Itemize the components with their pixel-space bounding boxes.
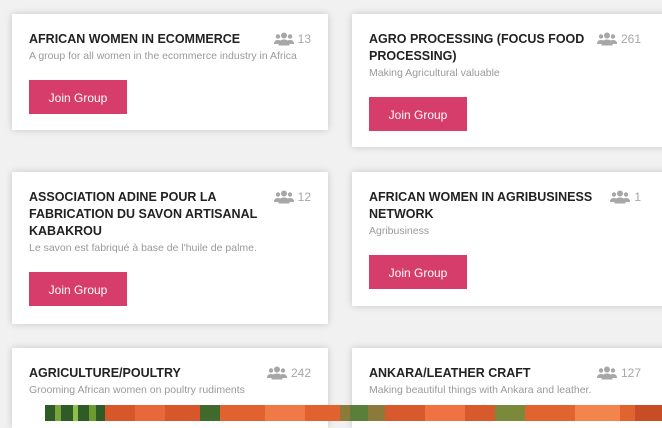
group-icon	[596, 366, 617, 380]
member-count: 13	[273, 31, 311, 46]
group-description: Making Agricultural valuable	[369, 67, 500, 79]
group-description: Grooming African women on poultry rudime…	[29, 384, 245, 396]
group-title[interactable]: AFRICAN WOMEN IN AGRIBUSINESS NETWORK	[369, 189, 610, 223]
join-group-button[interactable]: Join Group	[369, 97, 467, 131]
group-card-header: AFRICAN WOMEN IN AGRIBUSINESS NETWORK 1	[369, 189, 655, 223]
group-icon	[273, 32, 294, 46]
group-title[interactable]: AFRICAN WOMEN IN ECOMMERCE	[29, 31, 246, 48]
group-card-header: ANKARA/LEATHER CRAFT 127	[369, 365, 655, 382]
member-count-value: 13	[297, 32, 311, 46]
group-card-header: ASSOCIATION ADINE POUR LA FABRICATION DU…	[29, 189, 311, 240]
member-count: 1	[610, 189, 641, 204]
join-group-button[interactable]: Join Group	[29, 80, 127, 114]
group-title[interactable]: ASSOCIATION ADINE POUR LA FABRICATION DU…	[29, 189, 270, 240]
group-title[interactable]: AGRICULTURE/POULTRY	[29, 365, 187, 382]
group-card: ASSOCIATION ADINE POUR LA FABRICATION DU…	[12, 172, 328, 324]
group-description: A group for all women in the ecommerce i…	[29, 50, 297, 62]
group-icon	[273, 190, 294, 204]
group-card-header: AFRICAN WOMEN IN ECOMMERCE 13	[29, 31, 311, 48]
member-count: 127	[596, 365, 641, 380]
member-count-value: 242	[290, 366, 311, 380]
member-count: 12	[273, 189, 311, 204]
group-title[interactable]: AGRO PROCESSING (FOCUS FOOD PROCESSING)	[369, 31, 597, 65]
member-count-value: 1	[634, 190, 641, 204]
group-card-header: AGRICULTURE/POULTRY 242	[29, 365, 311, 382]
group-card: AFRICAN WOMEN IN AGRIBUSINESS NETWORK 1 …	[352, 172, 662, 306]
group-title[interactable]: ANKARA/LEATHER CRAFT	[369, 365, 537, 382]
join-group-button[interactable]: Join Group	[29, 272, 127, 306]
banner-photo	[45, 405, 662, 421]
member-count: 242	[266, 365, 311, 380]
member-count-value: 261	[620, 32, 641, 46]
group-description: Making beautiful things with Ankara and …	[369, 384, 592, 396]
member-count: 261	[596, 31, 641, 46]
group-description: Agribusiness	[369, 225, 430, 237]
group-card-header: AGRO PROCESSING (FOCUS FOOD PROCESSING) …	[369, 31, 655, 65]
group-description: Le savon est fabriqué à base de l'huile …	[29, 242, 257, 254]
group-card: AGRO PROCESSING (FOCUS FOOD PROCESSING) …	[352, 14, 662, 147]
member-count-value: 12	[297, 190, 311, 204]
join-group-button[interactable]: Join Group	[369, 255, 467, 289]
group-card: AFRICAN WOMEN IN ECOMMERCE 13 A group fo…	[12, 14, 328, 130]
group-icon	[610, 190, 631, 204]
member-count-value: 127	[620, 366, 641, 380]
group-icon	[266, 366, 287, 380]
group-icon	[596, 32, 617, 46]
